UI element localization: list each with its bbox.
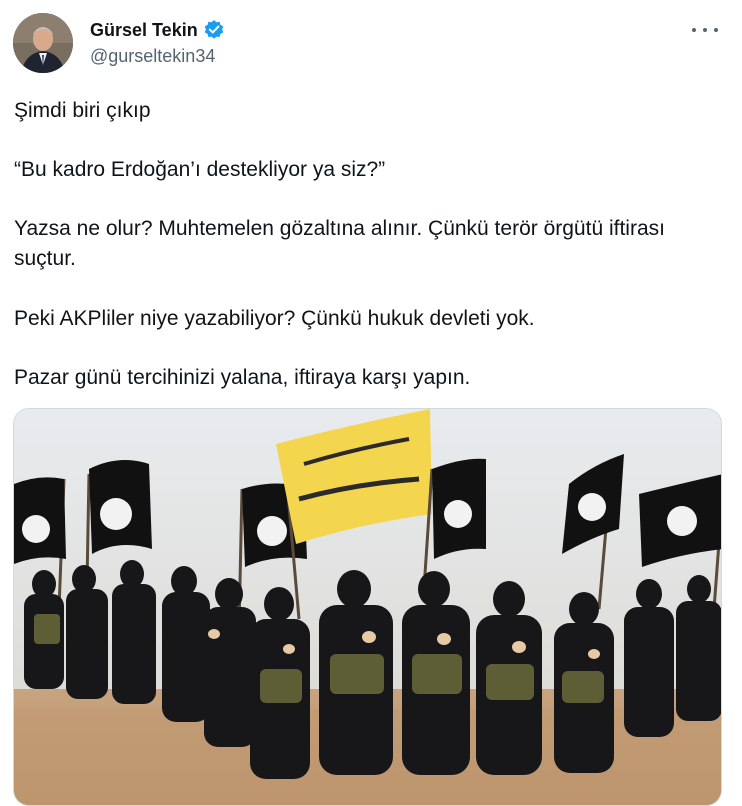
author-avatar[interactable]	[13, 13, 73, 73]
author-handle[interactable]: @gurseltekin34	[90, 45, 215, 67]
verified-badge-icon	[203, 19, 225, 41]
tweet-card: Gürsel Tekin @gurseltekin34 Şimdi biri ç…	[0, 0, 742, 806]
tweet-media-photo[interactable]	[13, 408, 722, 806]
tweet-paragraph: Yazsa ne olur? Muhtemelen gözaltına alın…	[14, 217, 665, 270]
photo-image	[14, 409, 721, 805]
tweet-paragraph: Peki AKPliler niye yazabiliyor? Çünkü hu…	[14, 307, 535, 330]
author-display-name[interactable]: Gürsel Tekin	[90, 19, 198, 41]
tweet-paragraph: Şimdi biri çıkıp	[14, 99, 151, 122]
more-horizontal-icon[interactable]	[692, 19, 718, 41]
tweet-paragraph: Pazar günü tercihinizi yalana, iftiraya …	[14, 366, 471, 389]
author-name-row[interactable]: Gürsel Tekin	[90, 19, 225, 41]
user-avatar-icon	[13, 13, 73, 73]
tweet-paragraph: “Bu kadro Erdoğan’ı destekliyor ya siz?”	[14, 158, 386, 181]
